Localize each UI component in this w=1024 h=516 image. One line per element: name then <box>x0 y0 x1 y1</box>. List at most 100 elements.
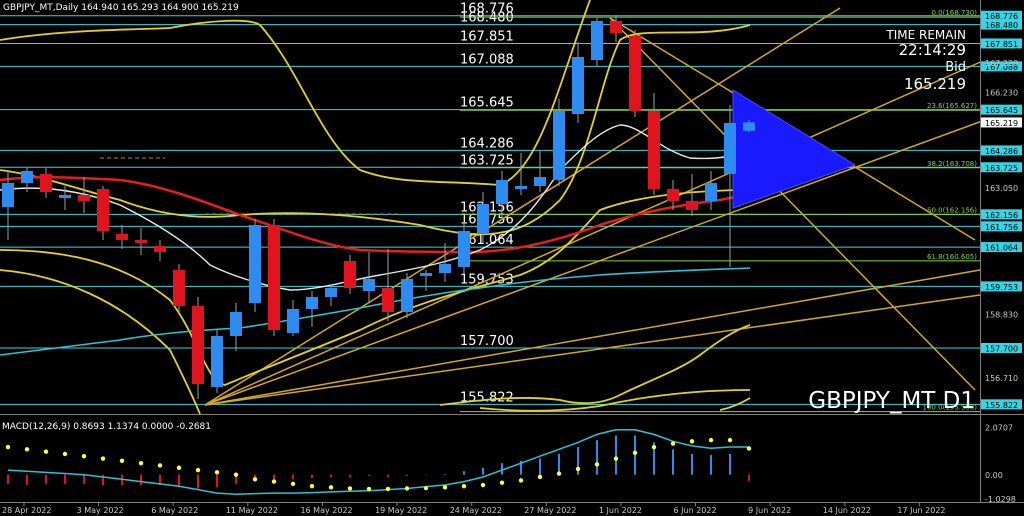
macd-signal-dot <box>290 481 296 487</box>
date-label: 16 May 2022 <box>300 506 352 515</box>
candle-body <box>382 288 394 312</box>
fib-label: 50.0(162.156) <box>927 206 977 214</box>
time-remain-label: TIME REMAIN <box>885 28 966 42</box>
svg-text:161.064: 161.064 <box>985 244 1018 253</box>
candle-body <box>572 57 584 114</box>
price-tick: 163.050 <box>985 184 1018 193</box>
macd-signal-dot <box>613 456 619 461</box>
level-label: 157.700 <box>460 334 514 349</box>
date-label: 27 May 2022 <box>524 506 576 515</box>
price-tick: 168.480 <box>981 19 1022 30</box>
level-label: 165.645 <box>460 96 514 111</box>
candle-body <box>629 36 641 111</box>
macd-signal-dot <box>746 446 752 451</box>
level-label: 167.088 <box>460 52 514 67</box>
svg-text:156.710: 156.710 <box>985 374 1018 383</box>
macd-signal-dot <box>138 460 144 466</box>
candle-body <box>724 123 736 174</box>
date-label: 9 Jun 2022 <box>748 506 791 515</box>
candle-body <box>21 171 33 183</box>
candle-body <box>686 201 698 210</box>
svg-text:168.480: 168.480 <box>985 21 1018 30</box>
macd-signal-dot <box>24 447 30 452</box>
candle-body <box>59 195 71 198</box>
date-label: 1 Jun 2022 <box>599 506 642 515</box>
symbol-watermark: GBPJPY_MT D1 <box>808 388 975 414</box>
svg-text:166.230: 166.230 <box>985 89 1018 98</box>
macd-signal-dot <box>100 456 106 461</box>
candle-body <box>363 279 375 291</box>
macd-signal-dot <box>537 474 543 480</box>
date-label: 14 Jun 2022 <box>823 506 871 515</box>
candle-body <box>116 234 128 240</box>
macd-signal-dot <box>366 486 372 492</box>
fib-label: 38.2(163.708) <box>927 160 977 168</box>
date-label: 11 May 2022 <box>226 506 278 515</box>
price-tick: 165.219 <box>981 117 1022 128</box>
candle-body <box>610 21 622 33</box>
macd-tick: 0.00 <box>985 471 1003 480</box>
macd-signal-dot <box>575 466 581 472</box>
bid-value: 165.219 <box>904 75 966 93</box>
candle-body <box>344 261 356 288</box>
date-label: 6 May 2022 <box>151 506 198 515</box>
macd-signal-dot <box>670 441 676 446</box>
macd-signal-dot <box>328 485 334 490</box>
macd-signal-dot <box>404 486 410 491</box>
candle-body <box>287 309 299 333</box>
candle-body <box>154 246 166 252</box>
macd-signal-dot <box>385 486 391 492</box>
date-label: 6 Jun 2022 <box>674 506 717 515</box>
macd-signal-dot <box>119 458 125 464</box>
fib-label: 61.8(160.605) <box>927 253 977 261</box>
fib-label: 0.0(168.730) <box>931 9 977 17</box>
symbol-info: GBPJPY_MT,Daily 164.940 165.293 164.900 … <box>3 3 239 13</box>
macd-signal-dot <box>233 472 239 477</box>
candle-body <box>401 279 413 312</box>
svg-text:165.219: 165.219 <box>985 119 1018 128</box>
candle-body <box>211 336 223 387</box>
svg-text:155.822: 155.822 <box>985 401 1018 410</box>
price-tick: 155.822 <box>981 399 1022 410</box>
macd-signal-dot <box>594 462 600 467</box>
candle <box>268 219 280 336</box>
candle <box>173 264 185 312</box>
candle-body <box>534 177 546 186</box>
macd-tick: 2.0707 <box>985 423 1013 432</box>
price-tick: 164.286 <box>981 145 1022 156</box>
macd-signal-dot <box>556 471 562 476</box>
macd-signal-dot <box>632 450 638 455</box>
candle <box>249 219 261 312</box>
candle <box>591 18 603 66</box>
svg-text:157.700: 157.700 <box>985 345 1018 354</box>
price-tick: 157.700 <box>981 343 1022 354</box>
macd-indicator[interactable]: MACD(12,26,9) 0.8693 1.1374 0.0000 -0.26… <box>0 414 1024 516</box>
candle-body <box>648 111 660 189</box>
macd-signal-dot <box>442 485 448 490</box>
macd-signal-dot <box>5 444 11 450</box>
candle-body <box>97 189 109 231</box>
svg-text:159.753: 159.753 <box>985 283 1018 292</box>
date-label: 19 May 2022 <box>375 506 427 515</box>
macd-signal-dot <box>252 477 258 482</box>
date-label: 17 Jun 2022 <box>897 506 945 515</box>
macd-signal-dot <box>43 449 49 454</box>
svg-text:164.286: 164.286 <box>985 147 1018 156</box>
macd-signal-dot <box>499 480 505 485</box>
date-label: 24 May 2022 <box>450 506 502 515</box>
price-tick: 158.830 <box>985 311 1018 320</box>
candle-body <box>40 174 52 192</box>
macd-signal-dot <box>689 439 695 444</box>
candle-body <box>591 21 603 60</box>
price-tick: 161.064 <box>981 242 1022 253</box>
candle-body <box>249 225 261 303</box>
fib-label: 23.6(165.627) <box>927 102 977 110</box>
macd-signal-dot <box>518 478 524 483</box>
candle-body <box>78 195 90 201</box>
price-tick: 162.156 <box>981 209 1022 220</box>
price-chart[interactable]: 168.776168.480167.851167.088165.645164.2… <box>0 0 1024 414</box>
macd-signal-dot <box>727 437 733 443</box>
macd-signal-dot <box>309 483 315 489</box>
price-tick: 161.756 <box>981 221 1022 232</box>
macd-signal-dot <box>461 483 467 489</box>
